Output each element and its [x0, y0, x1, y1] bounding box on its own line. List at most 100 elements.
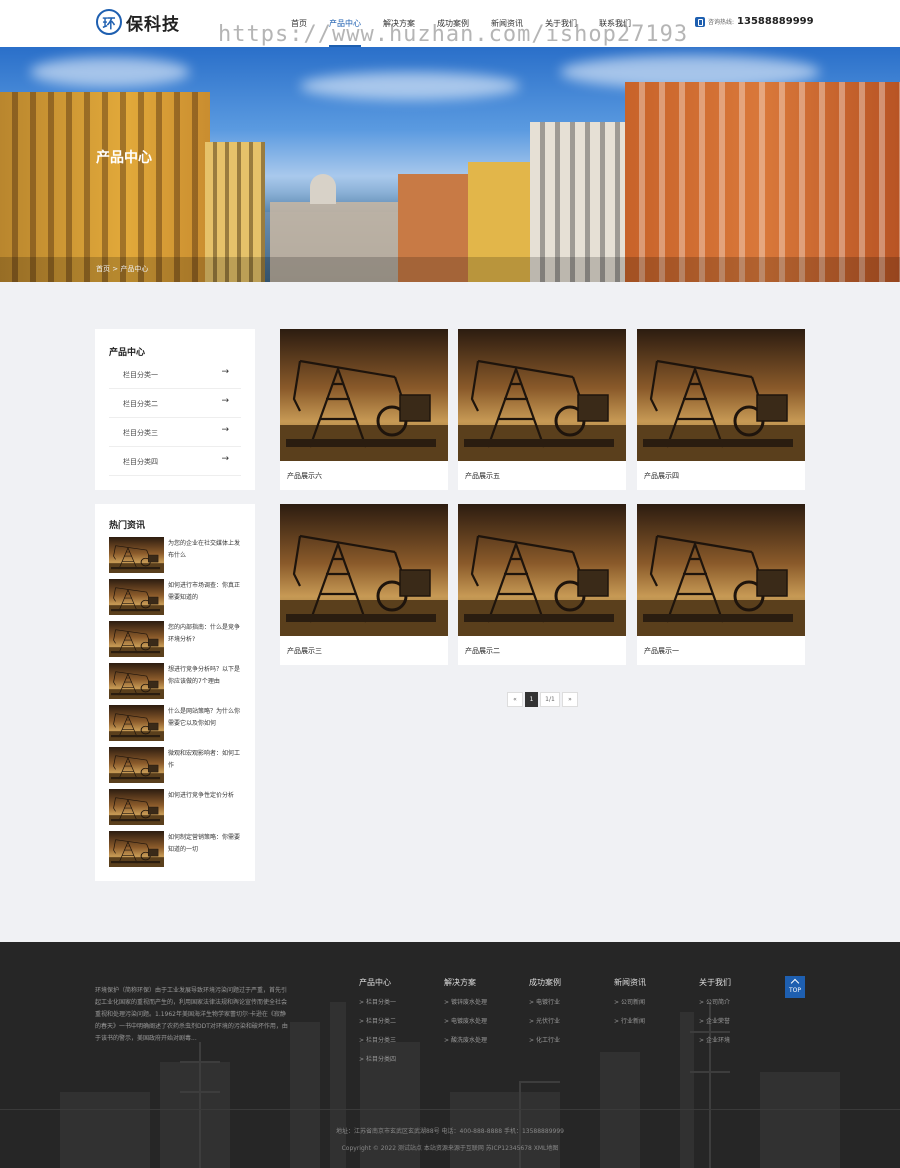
category-item[interactable]: 栏目分类一 → [109, 360, 241, 389]
category-item[interactable]: 栏目分类四 → [109, 447, 241, 476]
footer-link[interactable]: > 公司新闻 [614, 998, 646, 1007]
news-title[interactable]: 如何制定营销策略：你需要知道的一切 [168, 832, 240, 856]
news-thumbnail[interactable] [109, 621, 164, 657]
news-thumbnail[interactable] [109, 789, 164, 825]
footer-link[interactable]: > 公司简介 [699, 998, 731, 1007]
chevron-right-icon: > [529, 1037, 535, 1044]
footer-link-label: 栏目分类四 [365, 1056, 396, 1063]
product-image[interactable] [458, 329, 626, 461]
nav-solutions[interactable]: 解决方案 [372, 0, 426, 47]
footer-column-title[interactable]: 新闻资讯 [614, 977, 646, 988]
footer-link[interactable]: > 化工行业 [529, 1036, 561, 1045]
news-title[interactable]: 如何进行竞争性定价分析 [168, 790, 240, 802]
chevron-right-icon: > [614, 1018, 620, 1025]
footer-link[interactable]: > 栏目分类一 [359, 998, 396, 1007]
footer-link-label: 公司简介 [705, 999, 730, 1006]
nav-contact[interactable]: 联系我们 [588, 0, 642, 47]
news-thumbnail[interactable] [109, 747, 164, 783]
footer-column-news: 新闻资讯 > 公司新闻 > 行业新闻 [614, 977, 646, 1036]
news-thumbnail[interactable] [109, 705, 164, 741]
site-logo[interactable]: 环 保科技 [96, 9, 180, 35]
nav-cases[interactable]: 成功案例 [426, 0, 480, 47]
footer-link-label: 酸洗废水处理 [450, 1037, 487, 1044]
category-label: 栏目分类四 [123, 458, 158, 466]
product-image[interactable] [280, 504, 448, 636]
product-image[interactable] [637, 329, 805, 461]
product-image[interactable] [458, 504, 626, 636]
footer-link[interactable]: > 企业荣誉 [699, 1017, 731, 1026]
footer-about-text: 环境保护（简称环保）由于工业发展导致环境污染问题过于严重，首先引起工业化国家的重… [95, 987, 288, 1042]
chevron-right-icon: > [529, 999, 535, 1006]
news-title[interactable]: 为您的企业在社交媒体上发布什么 [168, 538, 240, 562]
logo-text: 保科技 [126, 14, 180, 35]
news-item[interactable]: 如何进行竞争性定价分析 [109, 789, 241, 825]
chevron-right-icon: > [614, 999, 620, 1006]
next-page-button[interactable]: » [562, 692, 578, 707]
footer-link-label: 栏目分类三 [365, 1037, 396, 1044]
nav-home[interactable]: 首页 [280, 0, 318, 47]
product-image[interactable] [637, 504, 805, 636]
news-title[interactable]: 如何进行市场调查：你真正需要知道的 [168, 580, 240, 604]
product-title[interactable]: 产品展示四 [644, 471, 679, 481]
footer-link-label: 光伏行业 [535, 1018, 560, 1025]
news-item[interactable]: 什么是网站策略？为什么你需要它以及你如何 [109, 705, 241, 741]
footer-copyright-line[interactable]: Copyright © 2022 测试站点 本站资源来源于互联网 苏ICP123… [0, 1143, 900, 1152]
footer-link[interactable]: > 酸洗废水处理 [444, 1036, 487, 1045]
footer-link[interactable]: > 栏目分类四 [359, 1055, 396, 1064]
nav-about[interactable]: 关于我们 [534, 0, 588, 47]
news-thumbnail[interactable] [109, 579, 164, 615]
product-card[interactable]: 产品展示三 [280, 504, 448, 665]
news-item[interactable]: 想进行竞争分析吗？以下是你应该做的7个理由 [109, 663, 241, 699]
news-thumbnail[interactable] [109, 663, 164, 699]
breadcrumb[interactable]: 首页 > 产品中心 [0, 257, 900, 282]
prev-page-button[interactable]: « [507, 692, 523, 707]
news-item[interactable]: 为您的企业在社交媒体上发布什么 [109, 537, 241, 573]
footer-link[interactable]: > 栏目分类二 [359, 1017, 396, 1026]
category-panel: 产品中心 栏目分类一 → 栏目分类二 → 栏目分类三 → 栏目分类四 → [95, 329, 255, 490]
product-card[interactable]: 产品展示五 [458, 329, 626, 490]
product-card[interactable]: 产品展示四 [637, 329, 805, 490]
product-card[interactable]: 产品展示一 [637, 504, 805, 665]
nav-products[interactable]: 产品中心 [318, 0, 372, 47]
footer-link[interactable]: > 电镀废水处理 [444, 1017, 487, 1026]
footer-link[interactable]: > 企业环境 [699, 1036, 731, 1045]
footer-link[interactable]: > 行业新闻 [614, 1017, 646, 1026]
footer-column-title[interactable]: 产品中心 [359, 977, 396, 988]
chevron-up-icon [790, 978, 800, 988]
product-title[interactable]: 产品展示一 [644, 646, 679, 656]
news-item[interactable]: 如何进行市场调查：你真正需要知道的 [109, 579, 241, 615]
news-thumbnail[interactable] [109, 537, 164, 573]
product-title[interactable]: 产品展示三 [287, 646, 322, 656]
back-to-top-button[interactable]: TOP [785, 976, 805, 998]
nav-news[interactable]: 新闻资讯 [480, 0, 534, 47]
footer-link[interactable]: > 电镀行业 [529, 998, 561, 1007]
footer-column-title[interactable]: 关于我们 [699, 977, 731, 988]
news-item[interactable]: 微观和宏观影响者：如何工作 [109, 747, 241, 783]
news-title[interactable]: 想进行竞争分析吗？以下是你应该做的7个理由 [168, 664, 240, 688]
news-thumbnail[interactable] [109, 831, 164, 867]
chevron-right-icon: > [699, 999, 705, 1006]
news-item[interactable]: 如何制定营销策略：你需要知道的一切 [109, 831, 241, 867]
hot-news-title: 热门资讯 [109, 521, 146, 531]
footer-link-label: 公司新闻 [620, 999, 645, 1006]
category-item[interactable]: 栏目分类三 → [109, 418, 241, 447]
category-panel-title: 产品中心 [109, 348, 146, 358]
news-title[interactable]: 微观和宏观影响者：如何工作 [168, 748, 240, 772]
product-title[interactable]: 产品展示五 [465, 471, 500, 481]
product-card[interactable]: 产品展示六 [280, 329, 448, 490]
product-image[interactable] [280, 329, 448, 461]
banner-title: 产品中心 [96, 150, 152, 166]
footer-column-title[interactable]: 解决方案 [444, 977, 487, 988]
page-number-current[interactable]: 1 [525, 692, 538, 707]
footer-link[interactable]: > 栏目分类三 [359, 1036, 396, 1045]
news-item[interactable]: 您的内部指南：什么是竞争环境分析? [109, 621, 241, 657]
product-title[interactable]: 产品展示六 [287, 471, 322, 481]
category-item[interactable]: 栏目分类二 → [109, 389, 241, 418]
product-card[interactable]: 产品展示二 [458, 504, 626, 665]
footer-column-title[interactable]: 成功案例 [529, 977, 561, 988]
footer-link[interactable]: > 镀锌废水处理 [444, 998, 487, 1007]
news-title[interactable]: 您的内部指南：什么是竞争环境分析? [168, 622, 240, 646]
product-title[interactable]: 产品展示二 [465, 646, 500, 656]
footer-link[interactable]: > 光伏行业 [529, 1017, 561, 1026]
news-title[interactable]: 什么是网站策略？为什么你需要它以及你如何 [168, 706, 240, 730]
